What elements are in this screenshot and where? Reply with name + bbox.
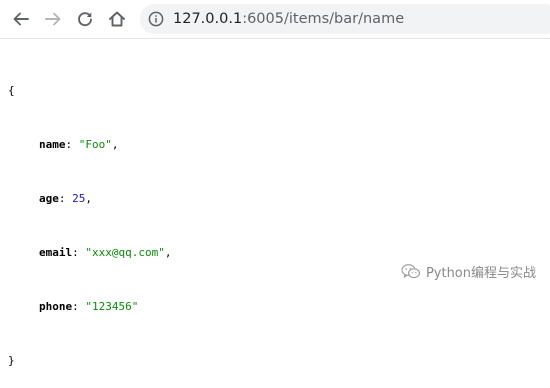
watermark: Python编程与实战 (401, 262, 536, 281)
json-response-view: { name: "Foo", age: 25, email: "xxx@qq.c… (8, 46, 171, 388)
url-host: 127.0.0.1 (173, 11, 243, 27)
home-button[interactable] (105, 7, 129, 31)
address-bar[interactable]: 127.0.0.1:6005/items/bar/name (140, 4, 550, 34)
json-comma: , (85, 192, 92, 205)
arrow-left-icon (13, 12, 29, 26)
json-comma: , (111, 138, 119, 151)
json-entry-name: name: "Foo", (39, 138, 119, 151)
json-value: "123456" (85, 300, 139, 313)
home-icon (109, 11, 125, 27)
watermark-text: Python编程与实战 (425, 266, 536, 281)
arrow-right-icon (45, 12, 61, 26)
json-key: age (39, 192, 59, 205)
info-icon[interactable] (148, 11, 164, 27)
json-entry-email: email: "xxx@qq.com", (39, 246, 172, 259)
forward-button[interactable] (41, 7, 65, 31)
json-value: 25 (72, 192, 86, 205)
wechat-icon (401, 264, 420, 279)
json-close-brace: } (8, 354, 15, 367)
url-text[interactable]: 127.0.0.1:6005/items/bar/name (173, 10, 404, 28)
reload-button[interactable] (73, 7, 97, 31)
json-comma: , (164, 246, 172, 259)
json-open-brace: { (8, 84, 15, 97)
json-value: "Foo" (78, 138, 112, 151)
json-key: name (39, 138, 66, 151)
reload-icon (78, 12, 92, 27)
browser-toolbar: 127.0.0.1:6005/items/bar/name (0, 0, 550, 39)
url-path: :6005/items/bar/name (242, 11, 405, 27)
json-key: email (39, 246, 73, 259)
json-value: "xxx@qq.com" (85, 246, 165, 259)
json-entry-age: age: 25, (39, 192, 92, 205)
back-button[interactable] (9, 7, 33, 31)
json-key: phone (39, 300, 73, 313)
